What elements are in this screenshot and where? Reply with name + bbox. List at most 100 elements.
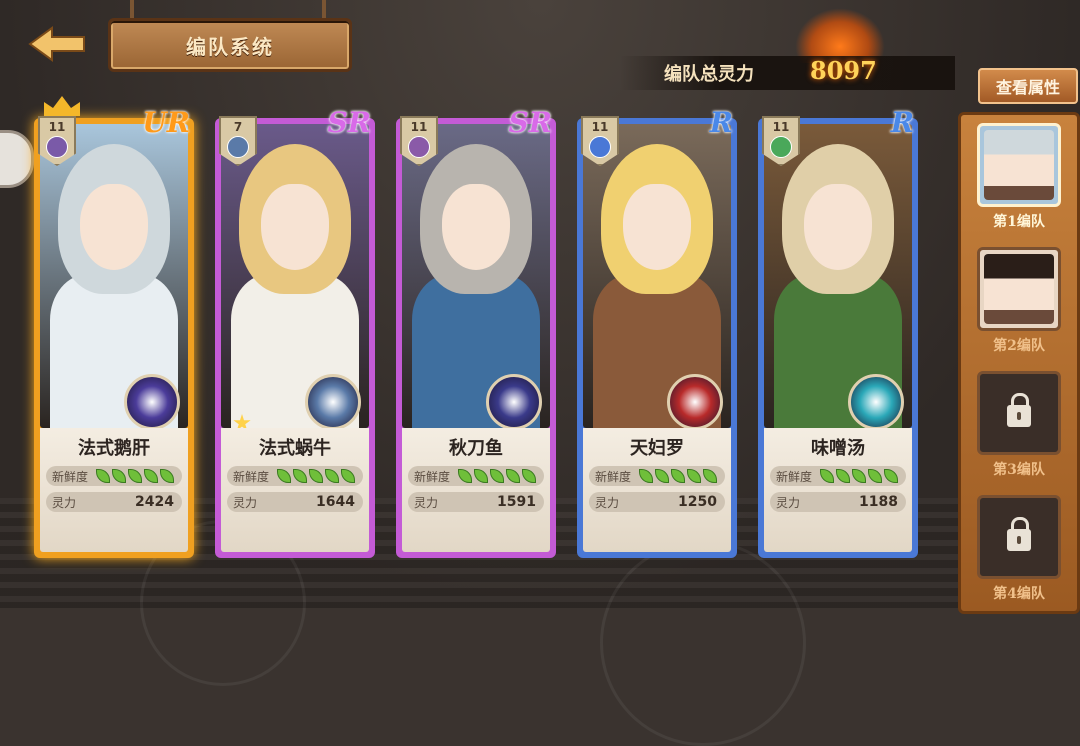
- leaf-icon: [293, 469, 307, 483]
- character-portrait: [583, 124, 731, 428]
- character-name: 秋刀鱼: [449, 438, 503, 459]
- card-info-panel: 天妇罗 新鲜度 灵力 1250: [583, 428, 731, 552]
- type-icon: [589, 136, 611, 158]
- team-slot-1[interactable]: [977, 123, 1061, 207]
- plaque-rope: [130, 0, 134, 20]
- character-card[interactable]: 秋刀鱼 新鲜度 灵力 1591 11 SR: [396, 106, 556, 558]
- leaf-icon: [852, 469, 866, 483]
- total-power-value: 8097: [810, 56, 877, 85]
- leaf-icon: [458, 469, 472, 483]
- leaf-icon: [277, 469, 291, 483]
- leaf-icon: [655, 469, 669, 483]
- leaf-icon: [836, 469, 850, 483]
- power-value: 1250: [678, 494, 717, 510]
- power-value: 1644: [316, 494, 355, 510]
- power-value: 1591: [497, 494, 536, 510]
- leaf-icon: [639, 469, 653, 483]
- team-slot-4[interactable]: [977, 495, 1061, 579]
- character-face: [623, 184, 691, 270]
- team-label: 第4编队: [993, 586, 1045, 602]
- back-button[interactable]: [28, 22, 86, 66]
- leaf-icon: [884, 469, 898, 483]
- card-info-panel: 味噌汤 新鲜度 灵力 1188: [764, 428, 912, 552]
- leaf-icon: [687, 469, 701, 483]
- character-portrait: [764, 124, 912, 428]
- character-name: 法式蜗牛: [259, 438, 331, 459]
- leaf-icon: [522, 469, 536, 483]
- rarity-badge: SR: [327, 106, 372, 139]
- leaf-icon: [160, 469, 174, 483]
- skill-orb-icon: [305, 374, 361, 428]
- view-attributes-button[interactable]: 查看属性: [978, 68, 1078, 104]
- freshness-row: 新鲜度: [408, 466, 544, 486]
- power-row: 灵力 1591: [408, 492, 544, 512]
- card-info-panel: 法式鹅肝 新鲜度 灵力 2424: [40, 428, 188, 552]
- character-card[interactable]: 味噌汤 新鲜度 灵力 1188 11 R: [758, 106, 918, 558]
- power-row: 灵力 1644: [227, 492, 363, 512]
- character-portrait: [221, 124, 369, 428]
- skill-orb-icon: [848, 374, 904, 428]
- lock-icon: [1007, 517, 1031, 551]
- freshness-label: 新鲜度: [52, 469, 89, 484]
- character-face: [804, 184, 872, 270]
- character-card[interactable]: 法式蜗牛 新鲜度 灵力 1644 7 SR: [215, 106, 375, 558]
- level-value: 11: [48, 120, 66, 134]
- leaf-icon: [128, 469, 142, 483]
- character-face: [80, 184, 148, 270]
- level-value: 11: [772, 120, 790, 134]
- leaf-icon: [325, 469, 339, 483]
- leaf-icon: [96, 469, 110, 483]
- character-face: [261, 184, 329, 270]
- rarity-badge: SR: [508, 106, 553, 139]
- freshness-label: 新鲜度: [776, 469, 813, 484]
- leaf-icon: [474, 469, 488, 483]
- type-icon: [46, 136, 68, 158]
- leaf-icon: [820, 469, 834, 483]
- page-title: 编队系统: [186, 34, 274, 59]
- team-slot-3[interactable]: [977, 371, 1061, 455]
- character-portrait: [402, 124, 550, 428]
- rarity-badge: UR: [142, 106, 190, 139]
- character-name: 味噌汤: [811, 438, 865, 459]
- power-label: 灵力: [52, 495, 77, 510]
- card-info-panel: 秋刀鱼 新鲜度 灵力 1591: [402, 428, 550, 552]
- character-card[interactable]: 天妇罗 新鲜度 灵力 1250 11 R: [577, 106, 737, 558]
- type-icon: [770, 136, 792, 158]
- skill-orb-icon: [124, 374, 180, 428]
- freshness-row: 新鲜度: [227, 466, 363, 486]
- leaf-icon: [868, 469, 882, 483]
- type-icon: [227, 136, 249, 158]
- character-name: 天妇罗: [630, 438, 684, 459]
- character-face: [442, 184, 510, 270]
- leaf-icon: [671, 469, 685, 483]
- leaf-icon: [341, 469, 355, 483]
- power-row: 灵力 1188: [770, 492, 906, 512]
- team-label: 第1编队: [993, 214, 1045, 230]
- leaf-icon: [309, 469, 323, 483]
- page-title-plaque: 编队系统: [108, 18, 352, 72]
- power-row: 灵力 2424: [46, 492, 182, 512]
- power-label: 灵力: [414, 495, 439, 510]
- power-label: 灵力: [233, 495, 258, 510]
- total-power-label: 编队总灵力: [664, 64, 754, 85]
- lock-icon: [1007, 393, 1031, 427]
- skill-orb-icon: [667, 374, 723, 428]
- freshness-row: 新鲜度: [770, 466, 906, 486]
- type-icon: [408, 136, 430, 158]
- character-card[interactable]: 法式鹅肝 新鲜度 灵力 2424 11 UR: [34, 96, 194, 558]
- flame-icon: [795, 8, 885, 63]
- rarity-badge: R: [709, 106, 733, 139]
- team-slot-2[interactable]: [977, 247, 1061, 331]
- card-info-panel: 法式蜗牛 新鲜度 灵力 1644: [221, 428, 369, 552]
- freshness-label: 新鲜度: [595, 469, 632, 484]
- team-avatar: [984, 254, 1054, 324]
- level-value: 7: [233, 120, 243, 134]
- back-arrow-icon: [28, 26, 85, 62]
- leaf-icon: [144, 469, 158, 483]
- leaf-icon: [490, 469, 504, 483]
- level-value: 11: [591, 120, 609, 134]
- leaf-icon: [112, 469, 126, 483]
- power-value: 1188: [859, 494, 898, 510]
- plaque-rope: [322, 0, 326, 20]
- character-name: 法式鹅肝: [78, 438, 150, 459]
